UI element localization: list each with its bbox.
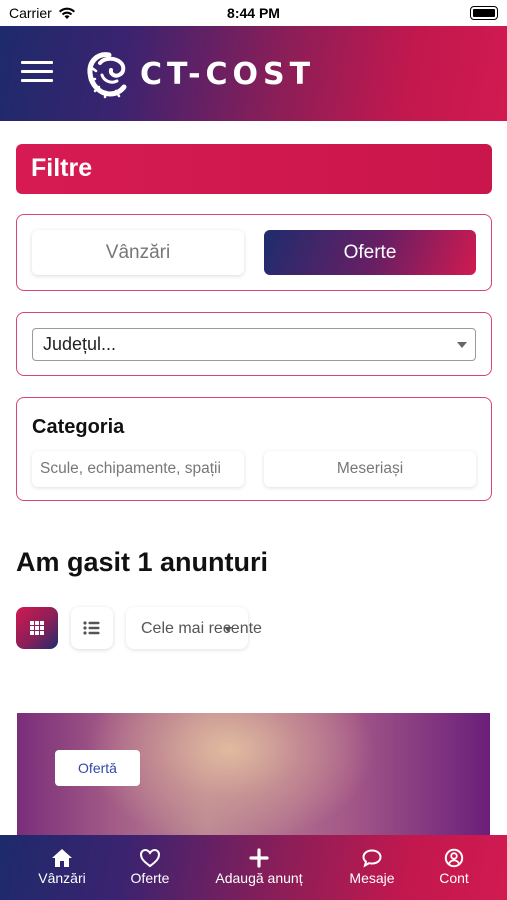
tab-add-listing-label: Adaugă anunț xyxy=(215,870,303,886)
bottom-tab-bar: Vânzări Oferte Adaugă anunț Mesaje Cont xyxy=(0,835,507,900)
tab-vanzari[interactable]: Vânzări xyxy=(25,835,99,900)
plus-icon xyxy=(249,848,269,868)
list-icon xyxy=(83,621,100,635)
chevron-down-icon xyxy=(224,627,232,632)
tab-add-listing[interactable]: Adaugă anunț xyxy=(206,835,312,900)
filters-title: Filtre xyxy=(31,154,93,182)
offer-badge: Ofertă xyxy=(55,750,140,786)
tab-account-label: Cont xyxy=(439,870,469,886)
category-craftsmen-button[interactable]: Meseriași xyxy=(264,451,476,487)
category-tools-button[interactable]: Scule, echipamente, spații xyxy=(32,451,244,487)
status-bar: Carrier 8:44 PM xyxy=(0,0,507,26)
tab-vanzari-label: Vânzări xyxy=(38,870,86,886)
clock: 8:44 PM xyxy=(227,5,280,21)
heart-icon xyxy=(139,848,161,868)
chevron-down-icon xyxy=(457,342,467,348)
filters-header: Filtre xyxy=(16,144,492,194)
grid-icon xyxy=(30,621,44,635)
app-logo: CT-COST xyxy=(86,46,315,102)
grid-view-button[interactable] xyxy=(16,607,58,649)
tab-account[interactable]: Cont xyxy=(425,835,483,900)
category-card: Categoria Scule, echipamente, spații Mes… xyxy=(16,397,492,501)
logo-text: CT-COST xyxy=(140,56,316,92)
sort-select-value: Cele mai recente xyxy=(141,620,262,637)
tab-oferte-label: Oferte xyxy=(130,870,170,886)
home-icon xyxy=(52,849,72,867)
county-select-value: Județul... xyxy=(43,334,117,354)
listing-type-card: Vânzări Oferte xyxy=(16,214,492,291)
tab-oferte[interactable]: Oferte xyxy=(116,835,184,900)
results-count-heading: Am gasit 1 anunturi xyxy=(16,547,269,577)
logo-mark-icon xyxy=(87,52,127,99)
tab-messages[interactable]: Mesaje xyxy=(337,835,407,900)
toggle-oferte-button[interactable]: Oferte xyxy=(264,230,476,275)
toggle-vanzari-button[interactable]: Vânzări xyxy=(32,230,244,275)
sort-select[interactable]: Cele mai recente xyxy=(126,607,262,649)
listing-card[interactable]: Ofertă xyxy=(17,713,490,835)
county-card: Județul... xyxy=(16,312,492,376)
battery-icon xyxy=(470,6,498,20)
tab-messages-label: Mesaje xyxy=(349,870,395,886)
user-circle-icon xyxy=(444,848,464,868)
county-select[interactable]: Județul... xyxy=(32,328,476,361)
list-view-button[interactable] xyxy=(71,607,113,649)
hamburger-icon[interactable] xyxy=(21,61,53,83)
chat-icon xyxy=(362,849,382,868)
category-title: Categoria xyxy=(32,416,125,438)
app-header: CT-COST xyxy=(0,26,507,121)
